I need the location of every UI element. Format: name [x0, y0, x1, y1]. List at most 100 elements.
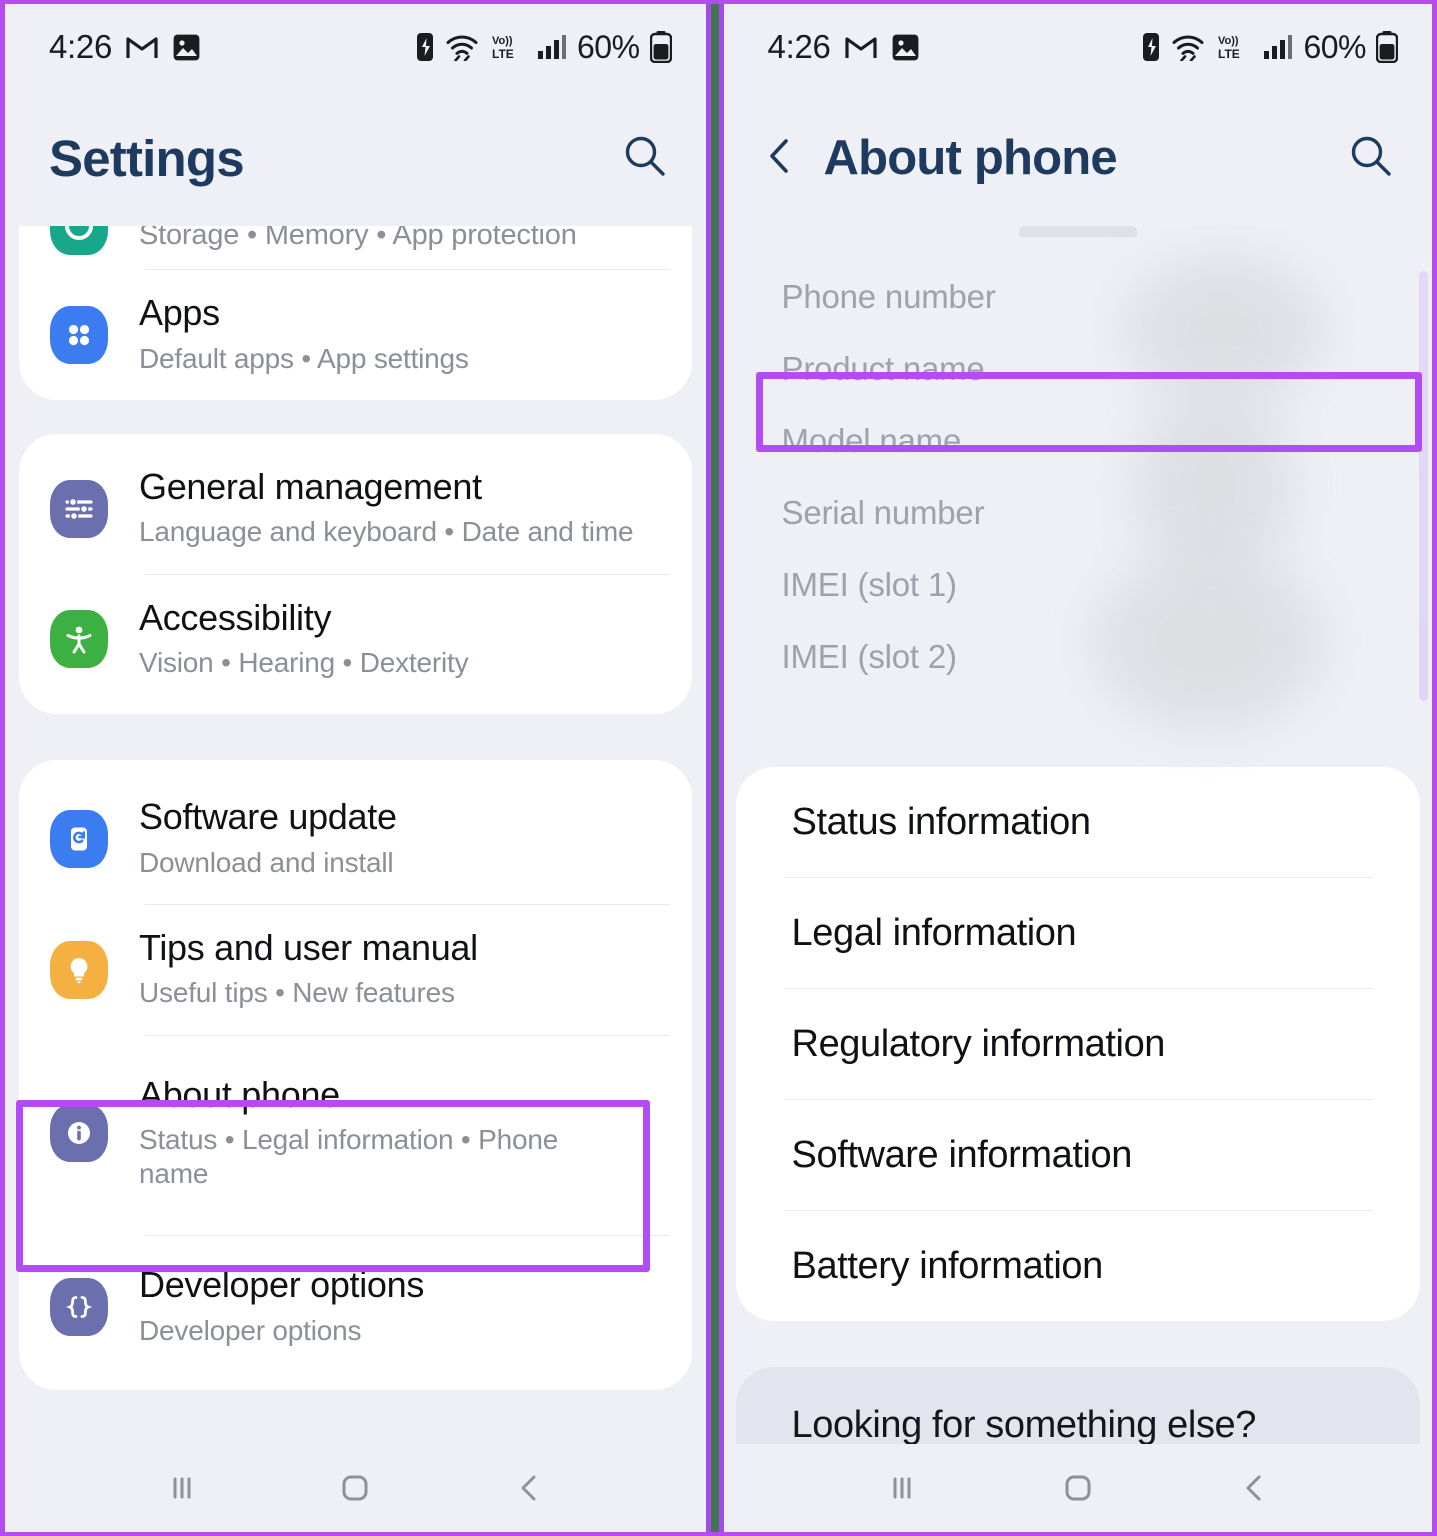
photos-icon — [172, 33, 201, 62]
nfc-icon — [1141, 32, 1161, 62]
list-item-text: Storage • Memory • App protection — [117, 226, 670, 269]
about-phone-content[interactable]: Phone number Product name Model name Ser… — [724, 226, 1432, 1444]
home-icon[interactable] — [1043, 1453, 1113, 1523]
status-bar-right-group: Vo)) LTE 60% — [415, 29, 672, 66]
status-time: 4:26 — [49, 28, 113, 65]
list-item-text: About phone Status • Legal information •… — [117, 1052, 670, 1216]
list-item-regulatory-information[interactable]: Regulatory information — [736, 989, 1420, 1099]
device-info-row[interactable]: IMEI (slot 2) — [724, 621, 1432, 693]
list-item-label: Regulatory information — [791, 1022, 1166, 1065]
svg-text:LTE: LTE — [492, 47, 514, 61]
list-item-accessibility[interactable]: Accessibility Vision • Hearing • Dexteri… — [19, 575, 692, 715]
list-item-text: Tips and user manual Useful tips • New f… — [117, 905, 670, 1035]
list-item-text: Apps Default apps • App settings — [117, 270, 670, 400]
list-item-text: Software update Download and install — [117, 774, 670, 904]
recents-icon[interactable] — [147, 1453, 217, 1523]
home-icon[interactable] — [320, 1453, 390, 1523]
info-icon — [41, 1104, 117, 1163]
list-item-subtitle: Language and keyboard • Date and time — [139, 516, 634, 548]
device-info-row[interactable]: IMEI (slot 1) — [724, 549, 1432, 621]
nfc-icon — [415, 32, 435, 62]
wifi-icon — [1171, 33, 1205, 61]
list-item-legal-information[interactable]: Legal information — [736, 878, 1420, 988]
back-icon[interactable] — [494, 1453, 564, 1523]
battery-percent: 60% — [576, 28, 640, 65]
settings-header: Settings — [5, 90, 706, 226]
list-item-software-update[interactable]: Software update Download and install — [19, 760, 692, 904]
svg-text:Vo)): Vo)) — [492, 35, 513, 47]
list-item-tips[interactable]: Tips and user manual Useful tips • New f… — [19, 905, 692, 1035]
device-info-row[interactable]: Serial number — [724, 477, 1432, 549]
list-item-subtitle: Download and install — [139, 846, 394, 878]
device-info-row-model-name[interactable]: Model name — [724, 405, 1432, 477]
card-top-handle — [1018, 226, 1137, 237]
device-info-list: Phone number Product name Model name Ser… — [724, 255, 1432, 731]
scrollbar[interactable] — [1419, 271, 1428, 701]
search-icon[interactable] — [1348, 133, 1394, 184]
device-info-row[interactable]: Product name — [724, 333, 1432, 405]
list-item-about-phone[interactable]: About phone Status • Legal information •… — [19, 1036, 692, 1236]
device-info-row[interactable]: Phone number — [724, 261, 1432, 333]
list-item-title: General management — [139, 466, 482, 507]
device-info-label: IMEI (slot 1) — [781, 566, 957, 603]
list-item-software-information[interactable]: Software information — [736, 1100, 1420, 1210]
accessibility-icon — [41, 610, 117, 669]
list-item-title: Tips and user manual — [139, 926, 478, 968]
list-item-subtitle: Developer options — [139, 1314, 362, 1346]
signal-icon — [1263, 34, 1293, 60]
looking-for-something-else-bar[interactable]: Looking for something else? — [735, 1367, 1420, 1445]
list-item-battery-information[interactable]: Battery information — [736, 1211, 1420, 1321]
list-item-title: About phone — [139, 1073, 340, 1115]
device-care-icon — [41, 226, 117, 255]
list-item-title: Apps — [139, 292, 220, 334]
list-item-developer-options[interactable]: Developer options Developer options — [19, 1236, 692, 1390]
nav-bar-left — [5, 1444, 706, 1532]
list-item-subtitle: Useful tips • New features — [139, 977, 455, 1009]
settings-card-3: Software update Download and install Tip… — [19, 760, 692, 1390]
list-item-label: Legal information — [791, 911, 1077, 954]
list-item-subtitle: Vision • Hearing • Dexterity — [139, 647, 469, 679]
list-item-status-information[interactable]: Status information — [736, 767, 1420, 877]
looking-for-label: Looking for something else? — [791, 1403, 1257, 1445]
recents-icon[interactable] — [867, 1453, 937, 1523]
volte-icon: Vo)) LTE — [1215, 32, 1253, 62]
svg-text:Vo)): Vo)) — [1218, 35, 1239, 47]
panel-divider — [705, 4, 724, 1532]
list-item-label: Battery information — [791, 1244, 1104, 1287]
settings-card-1: Storage • Memory • App protection Apps D… — [19, 226, 692, 400]
braces-icon — [41, 1278, 117, 1337]
search-icon[interactable] — [622, 133, 668, 184]
photos-icon — [891, 33, 920, 62]
status-bar-left-group: 4:26 — [49, 28, 201, 66]
screenshot-root: 4:26 Vo)) LTE 60% Settings Storage • Mem… — [0, 0, 1437, 1536]
gmail-icon — [126, 34, 158, 60]
device-info-label: Product name — [781, 350, 985, 387]
volte-icon: Vo)) LTE — [489, 32, 527, 62]
back-chevron-icon[interactable] — [760, 133, 800, 184]
settings-list[interactable]: Storage • Memory • App protection Apps D… — [5, 226, 706, 1444]
list-item-title: Software update — [139, 796, 397, 838]
list-item-subtitle: Storage • Memory • App protection — [139, 226, 577, 251]
signal-icon — [537, 34, 567, 60]
battery-percent: 60% — [1303, 28, 1366, 65]
gmail-icon — [844, 34, 877, 60]
about-phone-panel: 4:26 Vo)) LTE 60% About phone Phone numb… — [723, 4, 1437, 1532]
settings-panel: 4:26 Vo)) LTE 60% Settings Storage • Mem… — [0, 4, 706, 1532]
list-item-general-management[interactable]: General management Language and keyboard… — [19, 434, 692, 574]
device-info-label: Model name — [781, 422, 962, 459]
settings-card-2: General management Language and keyboard… — [19, 434, 692, 715]
sliders-icon — [41, 479, 117, 538]
list-item-text: Developer options Developer options — [117, 1242, 670, 1372]
list-item-subtitle: Default apps • App settings — [139, 342, 469, 374]
device-info-label: IMEI (slot 2) — [781, 638, 957, 675]
back-icon[interactable] — [1219, 1453, 1289, 1523]
list-item-title: Developer options — [139, 1264, 425, 1306]
list-item-label: Status information — [791, 800, 1091, 843]
page-title: Settings — [49, 129, 245, 187]
list-item-apps[interactable]: Apps Default apps • App settings — [19, 270, 692, 400]
apps-icon — [41, 306, 117, 365]
nav-bar-right — [723, 1444, 1432, 1532]
list-item[interactable]: Storage • Memory • App protection — [19, 226, 692, 269]
list-item-title: Accessibility — [139, 596, 332, 638]
battery-icon — [1376, 31, 1398, 63]
